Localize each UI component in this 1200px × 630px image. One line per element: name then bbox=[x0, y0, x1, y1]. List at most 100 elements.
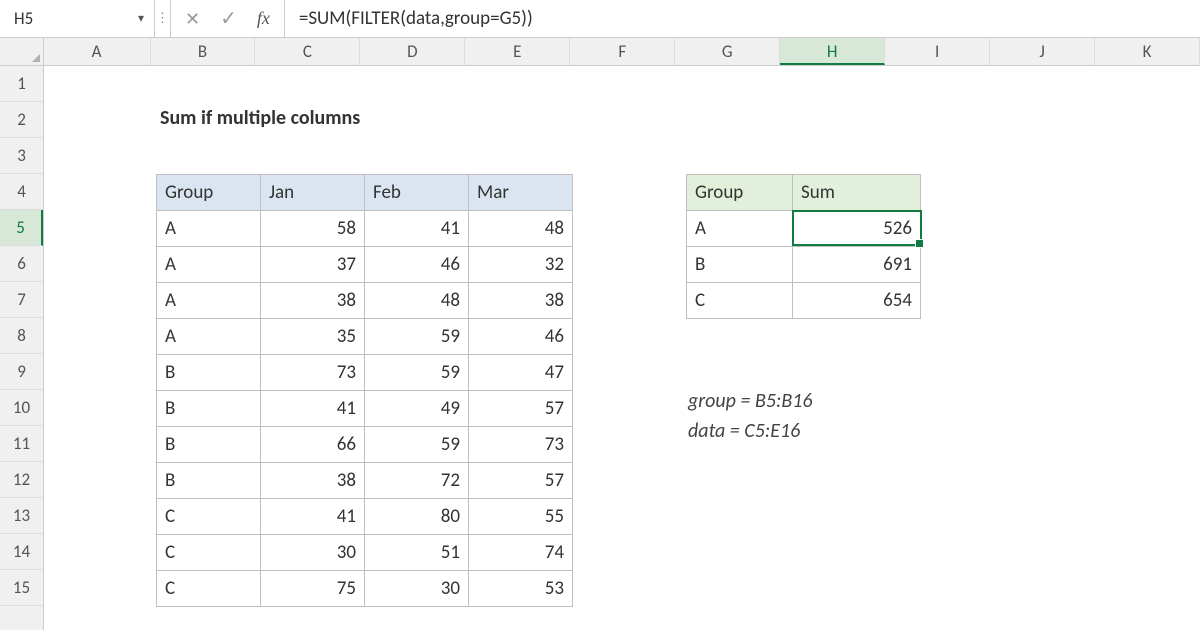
cell-mar[interactable]: 38 bbox=[469, 283, 573, 319]
header-group[interactable]: Group bbox=[687, 175, 793, 211]
cell-group[interactable]: A bbox=[157, 247, 261, 283]
formula-controls: ✕ ✓ fx bbox=[171, 0, 285, 37]
cell-mar[interactable]: 57 bbox=[469, 463, 573, 499]
cell-group[interactable]: A bbox=[157, 211, 261, 247]
cell-group[interactable]: B bbox=[687, 247, 793, 283]
cell-group[interactable]: B bbox=[157, 427, 261, 463]
cell-group[interactable]: A bbox=[157, 283, 261, 319]
cell-group[interactable]: C bbox=[157, 535, 261, 571]
fx-icon[interactable]: fx bbox=[257, 8, 270, 29]
row-header-1[interactable]: 1 bbox=[0, 66, 43, 102]
table-row: B735947 bbox=[157, 355, 573, 391]
cell-feb[interactable]: 46 bbox=[365, 247, 469, 283]
col-header-b[interactable]: B bbox=[151, 38, 256, 65]
cell-group[interactable]: C bbox=[687, 283, 793, 319]
col-header-i[interactable]: I bbox=[885, 38, 990, 65]
cell-mar[interactable]: 32 bbox=[469, 247, 573, 283]
cell-group[interactable]: A bbox=[687, 211, 793, 247]
col-header-a[interactable]: A bbox=[44, 38, 151, 65]
col-header-f[interactable]: F bbox=[570, 38, 675, 65]
cell-mar[interactable]: 46 bbox=[469, 319, 573, 355]
cell-jan[interactable]: 38 bbox=[261, 463, 365, 499]
cell-mar[interactable]: 48 bbox=[469, 211, 573, 247]
cell-jan[interactable]: 41 bbox=[261, 499, 365, 535]
row-header-7[interactable]: 7 bbox=[0, 282, 43, 318]
note-data: data = C5:E16 bbox=[688, 416, 813, 446]
worksheet-grid[interactable]: Sum if multiple columns Group Jan Feb Ma… bbox=[44, 66, 1200, 630]
cell-jan[interactable]: 66 bbox=[261, 427, 365, 463]
row-header-13[interactable]: 13 bbox=[0, 498, 43, 534]
cell-feb[interactable]: 41 bbox=[365, 211, 469, 247]
row-header-5[interactable]: 5 bbox=[0, 210, 43, 246]
cell-feb[interactable]: 59 bbox=[365, 427, 469, 463]
cell-mar[interactable]: 47 bbox=[469, 355, 573, 391]
table-row: A384838 bbox=[157, 283, 573, 319]
row-header-8[interactable]: 8 bbox=[0, 318, 43, 354]
cancel-icon[interactable]: ✕ bbox=[185, 8, 200, 30]
cell-feb[interactable]: 59 bbox=[365, 319, 469, 355]
header-feb[interactable]: Feb bbox=[365, 175, 469, 211]
col-header-h[interactable]: H bbox=[780, 38, 885, 65]
row-header-11[interactable]: 11 bbox=[0, 426, 43, 462]
header-group[interactable]: Group bbox=[157, 175, 261, 211]
cell-feb[interactable]: 48 bbox=[365, 283, 469, 319]
select-all-corner[interactable] bbox=[0, 38, 44, 65]
col-header-c[interactable]: C bbox=[255, 38, 360, 65]
row-header-4[interactable]: 4 bbox=[0, 174, 43, 210]
cell-feb[interactable]: 30 bbox=[365, 571, 469, 607]
col-header-g[interactable]: G bbox=[675, 38, 780, 65]
row-header-15[interactable]: 15 bbox=[0, 570, 43, 606]
formula-input[interactable]: =SUM(FILTER(data,group=G5)) bbox=[285, 7, 1200, 30]
cell-mar[interactable]: 55 bbox=[469, 499, 573, 535]
separator-icon: ⋮ bbox=[155, 0, 171, 37]
cell-mar[interactable]: 73 bbox=[469, 427, 573, 463]
row-header-12[interactable]: 12 bbox=[0, 462, 43, 498]
chevron-down-icon[interactable]: ▾ bbox=[138, 11, 144, 26]
cell-jan[interactable]: 37 bbox=[261, 247, 365, 283]
row-header-10[interactable]: 10 bbox=[0, 390, 43, 426]
cell-group[interactable]: B bbox=[157, 355, 261, 391]
row-header-3[interactable]: 3 bbox=[0, 138, 43, 174]
cell-mar[interactable]: 57 bbox=[469, 391, 573, 427]
cell-jan[interactable]: 41 bbox=[261, 391, 365, 427]
col-header-k[interactable]: K bbox=[1095, 38, 1200, 65]
row-header-9[interactable]: 9 bbox=[0, 354, 43, 390]
cell-jan[interactable]: 38 bbox=[261, 283, 365, 319]
cell-jan[interactable]: 35 bbox=[261, 319, 365, 355]
cell-group[interactable]: B bbox=[157, 463, 261, 499]
col-header-d[interactable]: D bbox=[360, 38, 465, 65]
cell-group[interactable]: A bbox=[157, 319, 261, 355]
cell-feb[interactable]: 49 bbox=[365, 391, 469, 427]
col-header-e[interactable]: E bbox=[465, 38, 570, 65]
cell-feb[interactable]: 72 bbox=[365, 463, 469, 499]
cell-jan[interactable]: 73 bbox=[261, 355, 365, 391]
cell-feb[interactable]: 51 bbox=[365, 535, 469, 571]
cell-mar[interactable]: 53 bbox=[469, 571, 573, 607]
cell-sum[interactable]: 691 bbox=[793, 247, 921, 283]
col-header-j[interactable]: J bbox=[990, 38, 1095, 65]
cell-mar[interactable]: 74 bbox=[469, 535, 573, 571]
cell-reference: H5 bbox=[14, 8, 33, 29]
header-jan[interactable]: Jan bbox=[261, 175, 365, 211]
confirm-icon[interactable]: ✓ bbox=[220, 9, 237, 29]
cell-jan[interactable]: 30 bbox=[261, 535, 365, 571]
cell-group[interactable]: B bbox=[157, 391, 261, 427]
table-row: A526 bbox=[687, 211, 921, 247]
cell-feb[interactable]: 59 bbox=[365, 355, 469, 391]
table-row: B414957 bbox=[157, 391, 573, 427]
row-header-14[interactable]: 14 bbox=[0, 534, 43, 570]
table-row: C418055 bbox=[157, 499, 573, 535]
row-header-6[interactable]: 6 bbox=[0, 246, 43, 282]
row-header-2[interactable]: 2 bbox=[0, 102, 43, 138]
header-mar[interactable]: Mar bbox=[469, 175, 573, 211]
cell-sum[interactable]: 526 bbox=[793, 211, 921, 247]
cell-group[interactable]: C bbox=[157, 499, 261, 535]
note-group: group = B5:B16 bbox=[688, 386, 813, 416]
header-sum[interactable]: Sum bbox=[793, 175, 921, 211]
cell-sum[interactable]: 654 bbox=[793, 283, 921, 319]
cell-jan[interactable]: 58 bbox=[261, 211, 365, 247]
cell-group[interactable]: C bbox=[157, 571, 261, 607]
cell-feb[interactable]: 80 bbox=[365, 499, 469, 535]
name-box[interactable]: H5 ▾ bbox=[0, 0, 155, 37]
cell-jan[interactable]: 75 bbox=[261, 571, 365, 607]
